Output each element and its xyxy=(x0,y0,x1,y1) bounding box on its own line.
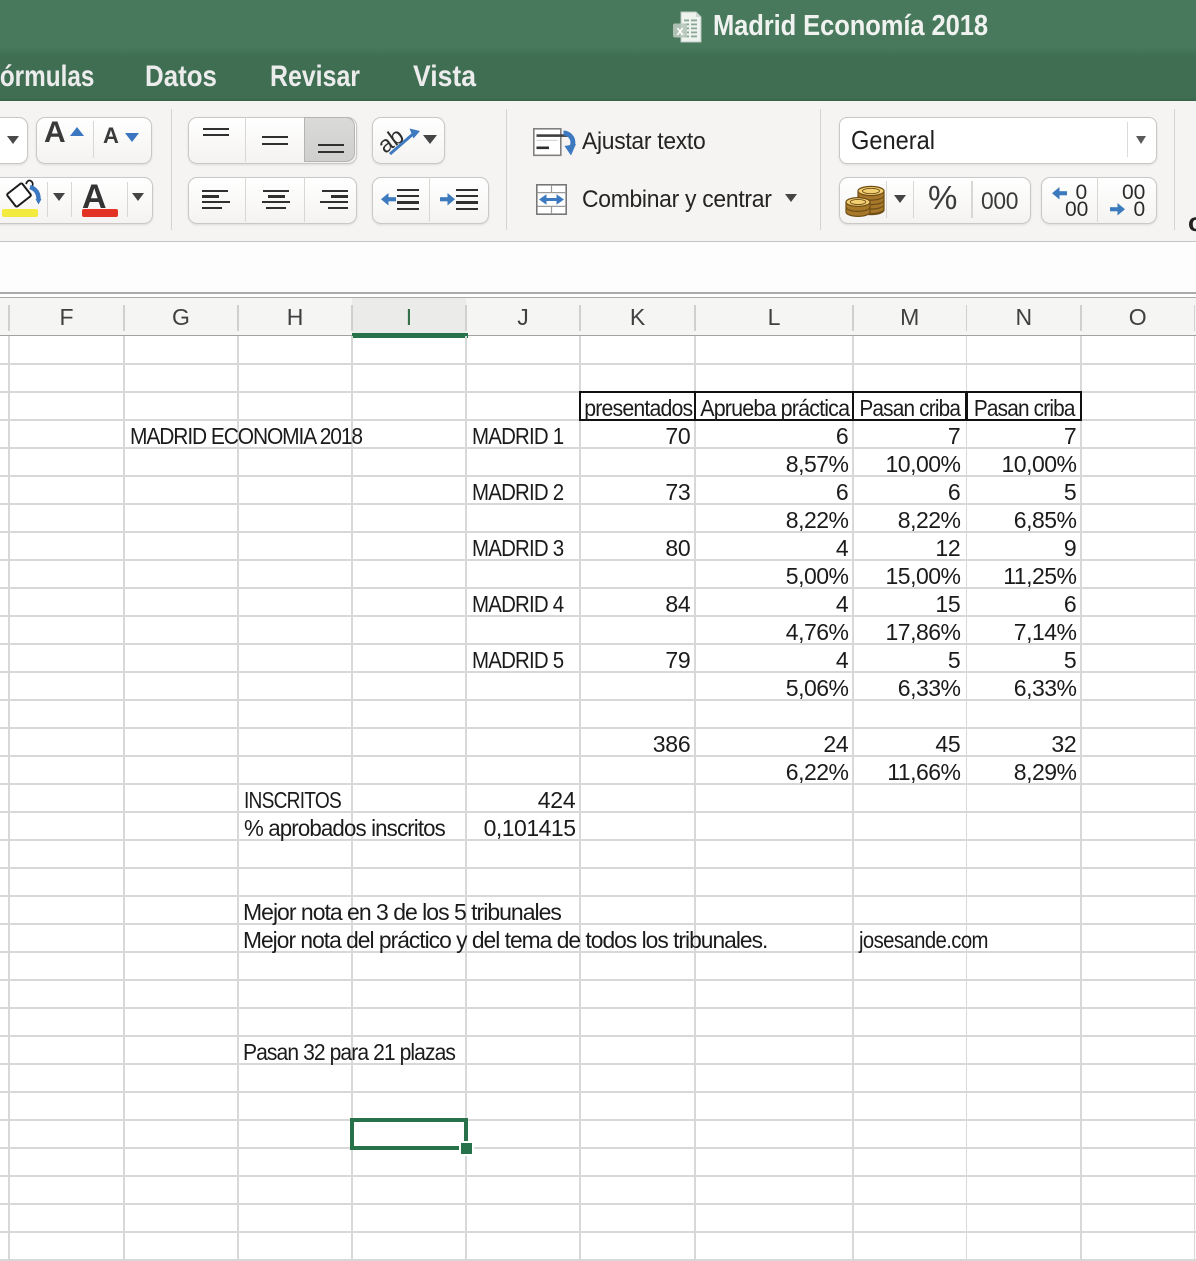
svg-text:x: x xyxy=(676,23,684,38)
